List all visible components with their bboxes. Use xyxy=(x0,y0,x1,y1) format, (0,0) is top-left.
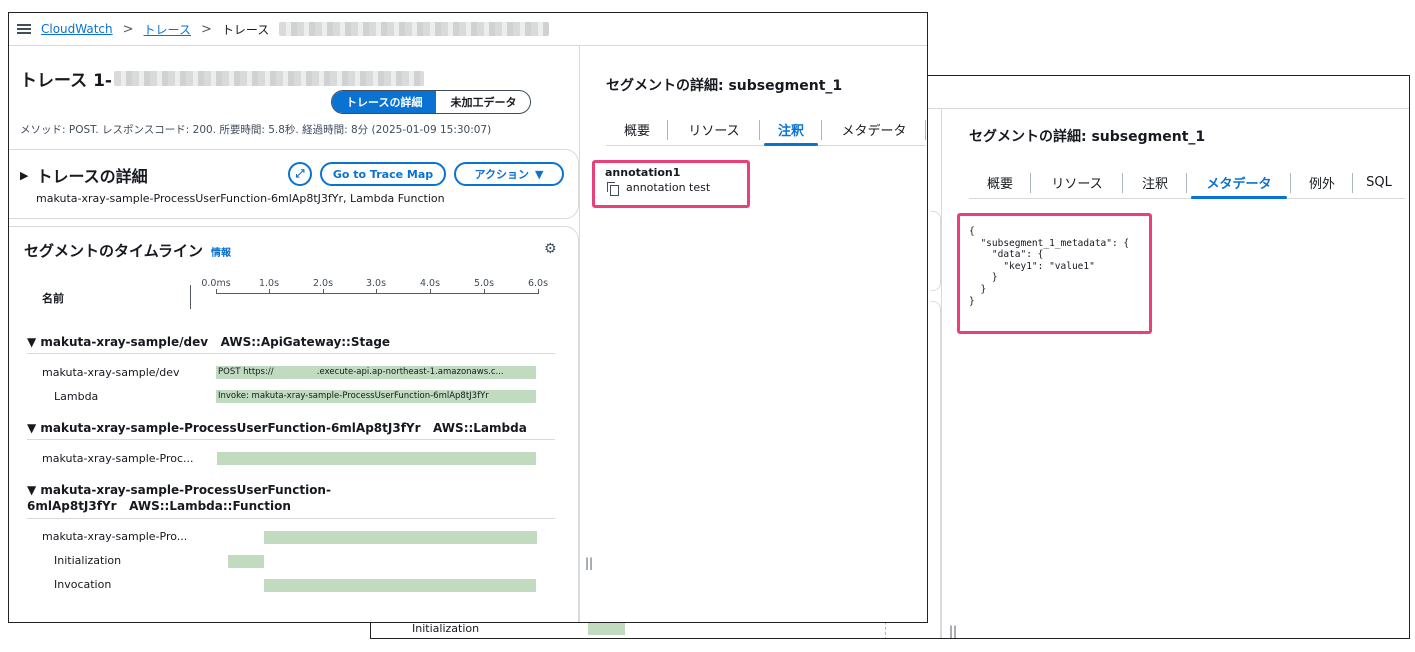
annotation-key: annotation1 xyxy=(605,166,681,179)
back-tab-overview[interactable]: 概要 xyxy=(969,167,1031,198)
back-row-label-initialization: Initialization xyxy=(412,622,480,635)
copy-icon[interactable] xyxy=(607,181,619,196)
axis-tick-label: 6.0s xyxy=(527,278,549,289)
breadcrumb-traces[interactable]: トレース xyxy=(144,21,191,38)
metadata-json: { "subsegment_1_metadata": { "data": { "… xyxy=(969,226,1130,307)
row-label: makuta-xray-sample/dev xyxy=(42,366,180,379)
timeline-bar[interactable] xyxy=(264,531,537,544)
chevron-down-icon: ▼ xyxy=(534,167,544,181)
axis-tick xyxy=(430,289,431,294)
timeline-group-header[interactable]: ▼ makuta-xray-sample/dev AWS::ApiGateway… xyxy=(27,334,390,350)
timeline-bar[interactable]: POST https:// .execute-api.ap-northeast-… xyxy=(216,366,536,379)
left-pane: トレース 1- トレースの詳細 未加工データ メソッド: POST. レスポンス… xyxy=(9,46,579,622)
back-tab-annotations[interactable]: 注釈 xyxy=(1123,167,1187,198)
axis-tick xyxy=(323,289,324,294)
axis-line xyxy=(216,293,538,294)
annotation-highlight-box: annotation1 annotation test xyxy=(592,160,750,208)
view-toggle: トレースの詳細 未加工データ xyxy=(331,90,532,114)
top-bar: CloudWatch > トレース > トレース xyxy=(9,13,927,46)
timeline-group-header[interactable]: ▼ makuta-xray-sample-ProcessUserFunction… xyxy=(27,482,331,514)
go-to-trace-map-button[interactable]: Go to Trace Map xyxy=(320,162,446,186)
timeline-bar[interactable]: Invoke: makuta-xray-sample-ProcessUserFu… xyxy=(216,390,536,403)
tab-annotations[interactable]: 注釈 xyxy=(760,114,822,146)
group-divider xyxy=(27,439,555,440)
timeline-title: セグメントのタイムライン 情報 xyxy=(24,242,231,260)
breadcrumb-cloudwatch[interactable]: CloudWatch xyxy=(41,22,113,36)
axis-tick xyxy=(376,289,377,294)
detail-tabs: 概要 リソース 注釈 メタデータ xyxy=(606,114,926,146)
time-axis: 0.0ms 1.0s 2.0s 3.0s 4.0s 5.0s 6.0s xyxy=(201,278,548,298)
expand-icon[interactable]: ⤢ xyxy=(288,162,312,186)
info-link[interactable]: 情報 xyxy=(211,244,231,259)
metadata-highlight-box: { "subsegment_1_metadata": { "data": { "… xyxy=(957,213,1152,334)
back-tab-resources[interactable]: リソース xyxy=(1031,167,1123,198)
menu-icon[interactable] xyxy=(17,24,31,34)
row-label: makuta-xray-sample-Pro... xyxy=(42,530,188,543)
toggle-trace-details[interactable]: トレースの詳細 xyxy=(332,91,437,113)
breadcrumb-separator-icon: > xyxy=(122,21,134,37)
trace-details-subtitle: makuta-xray-sample-ProcessUserFunction-6… xyxy=(36,192,445,205)
back-bar-initialization[interactable] xyxy=(588,622,625,635)
redacted-trace-id xyxy=(279,22,550,36)
row-label: Initialization xyxy=(54,554,122,567)
tab-overview[interactable]: 概要 xyxy=(606,114,668,145)
back-card-edge xyxy=(931,301,941,638)
toggle-raw-data[interactable]: 未加工データ xyxy=(436,91,530,113)
axis-tick-label: 1.0s xyxy=(258,278,280,289)
timeline-bar[interactable] xyxy=(217,452,536,465)
group-divider xyxy=(27,518,555,519)
axis-tick-label: 4.0s xyxy=(419,278,441,289)
page-title: トレース 1- xyxy=(20,66,424,91)
caret-down-icon: ▼ xyxy=(27,483,41,497)
trace-details-header[interactable]: ▶ トレースの詳細 xyxy=(20,163,148,187)
back-tab-exceptions[interactable]: 例外 xyxy=(1291,167,1353,198)
axis-tick xyxy=(269,289,270,294)
axis-tick-label: 5.0s xyxy=(473,278,495,289)
axis-tick-label: 0.0ms xyxy=(201,278,231,289)
trace-meta: メソッド: POST. レスポンスコード: 200. 所要時間: 5.8秒. 経… xyxy=(20,124,492,136)
name-column-header: 名前 xyxy=(42,292,64,305)
tab-metadata[interactable]: メタデータ xyxy=(822,114,926,145)
back-card-edge xyxy=(931,211,941,291)
timeline-bar[interactable] xyxy=(264,579,536,592)
segment-detail-pane: セグメントの詳細: subsegment_1 概要 リソース 注釈 メタデータ … xyxy=(580,46,927,622)
back-tab-metadata[interactable]: メタデータ xyxy=(1187,167,1291,199)
back-tab-sql[interactable]: SQL xyxy=(1353,167,1405,198)
front-window: CloudWatch > トレース > トレース トレース 1- トレースの詳細… xyxy=(8,12,928,623)
caret-right-icon: ▶ xyxy=(20,168,29,182)
caret-down-icon: ▼ xyxy=(27,335,41,349)
column-resizer[interactable] xyxy=(190,285,191,309)
axis-tick xyxy=(484,289,485,294)
axis-tick-label: 2.0s xyxy=(312,278,334,289)
group-divider xyxy=(27,353,555,354)
annotation-value: annotation test xyxy=(626,181,711,194)
redacted-trace-id xyxy=(113,71,424,86)
row-label: makuta-xray-sample-Proc... xyxy=(42,452,194,465)
back-pane-divider xyxy=(941,109,942,638)
back-segment-detail-title: セグメントの詳細: subsegment_1 xyxy=(969,129,1206,145)
actions-dropdown-button[interactable]: アクション ▼ xyxy=(454,162,564,186)
row-label: Lambda xyxy=(54,390,99,403)
axis-tick-label: 3.0s xyxy=(365,278,387,289)
back-detail-tabs: 概要 リソース 注釈 メタデータ 例外 SQL xyxy=(969,167,1405,199)
breadcrumb-separator-icon: > xyxy=(200,21,212,37)
caret-down-icon: ▼ xyxy=(27,421,41,435)
row-label: Invocation xyxy=(54,578,112,591)
trace-details-card: ▶ トレースの詳細 makuta-xray-sample-ProcessUser… xyxy=(9,149,579,219)
back-resize-handle[interactable]: || xyxy=(949,624,957,638)
segment-detail-title: セグメントの詳細: subsegment_1 xyxy=(606,78,843,94)
segment-timeline-card: セグメントのタイムライン 情報 ⚙ 名前 0.0ms 1.0s 2.0s 3.0… xyxy=(9,226,579,622)
tab-resources[interactable]: リソース xyxy=(668,114,760,145)
gear-icon[interactable]: ⚙ xyxy=(544,241,557,257)
timeline-group-header[interactable]: ▼ makuta-xray-sample-ProcessUserFunction… xyxy=(27,420,527,436)
axis-tick xyxy=(538,289,539,294)
annotation-value-row: annotation test xyxy=(605,181,737,196)
timeline-bar[interactable] xyxy=(228,555,264,568)
breadcrumb-current: トレース xyxy=(221,22,270,37)
axis-tick xyxy=(216,289,217,294)
